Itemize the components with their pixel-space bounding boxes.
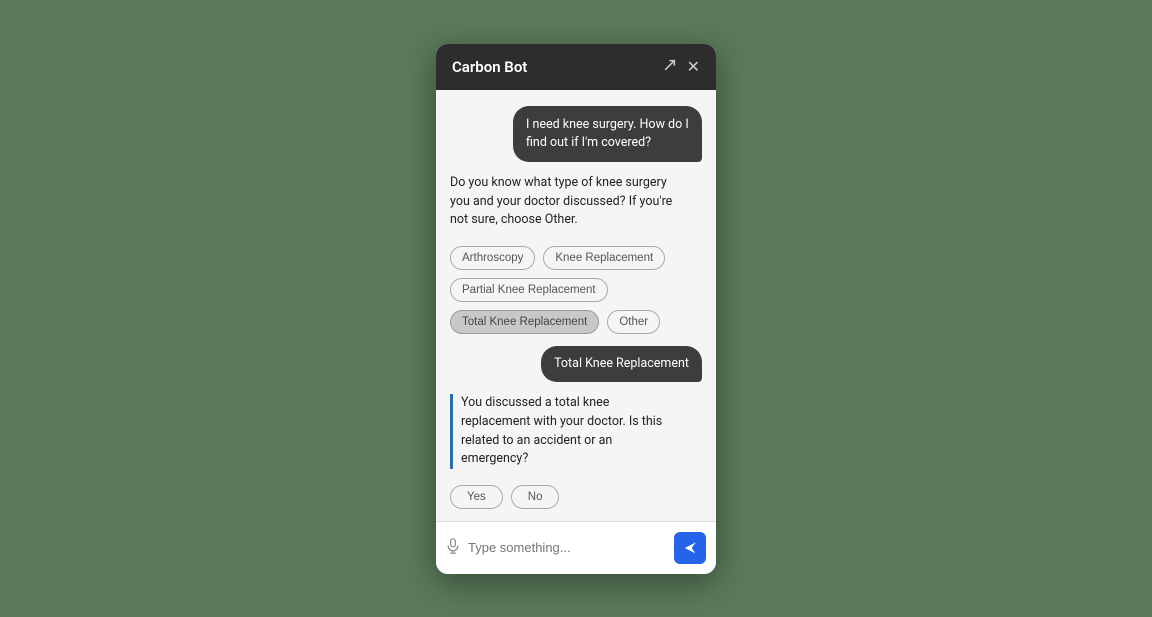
surgery-chips: Arthroscopy Knee Replacement Partial Kne… (450, 246, 702, 334)
chat-header: Carbon Bot ✕ (436, 44, 716, 90)
chat-input-area (436, 521, 716, 574)
chat-messages: I need knee surgery. How do I find out i… (436, 90, 716, 521)
chip-yes[interactable]: Yes (450, 485, 503, 509)
close-icon[interactable]: ✕ (687, 59, 700, 75)
chat-input[interactable] (468, 540, 666, 555)
yesno-chips: Yes No (450, 485, 702, 509)
chip-no[interactable]: No (511, 485, 560, 509)
bot-message-2: Do you know what type of knee surgery yo… (450, 174, 677, 230)
send-button[interactable] (674, 532, 706, 564)
chip-partial-knee-replacement[interactable]: Partial Knee Replacement (450, 278, 608, 302)
chip-arthroscopy[interactable]: Arthroscopy (450, 246, 535, 270)
chip-total-knee-replacement[interactable]: Total Knee Replacement (450, 310, 599, 334)
user-message-1: I need knee surgery. How do I find out i… (513, 106, 702, 162)
mic-icon[interactable] (446, 538, 460, 558)
bot-message-5-text: You discussed a total knee replacement w… (461, 395, 662, 466)
user-message-4-text: Total Knee Replacement (554, 356, 689, 371)
chip-knee-replacement[interactable]: Knee Replacement (543, 246, 665, 270)
external-link-icon[interactable] (663, 58, 677, 75)
user-message-4: Total Knee Replacement (541, 346, 702, 382)
chip-other[interactable]: Other (607, 310, 660, 334)
bot-message-2-text: Do you know what type of knee surgery yo… (450, 175, 672, 228)
user-message-1-text: I need knee surgery. How do I find out i… (526, 117, 689, 150)
chat-window: Carbon Bot ✕ I need knee surgery. How do… (436, 44, 716, 574)
bot-message-5: You discussed a total knee replacement w… (450, 394, 677, 469)
chat-header-icons: ✕ (663, 58, 700, 75)
chat-header-title: Carbon Bot (452, 58, 527, 76)
